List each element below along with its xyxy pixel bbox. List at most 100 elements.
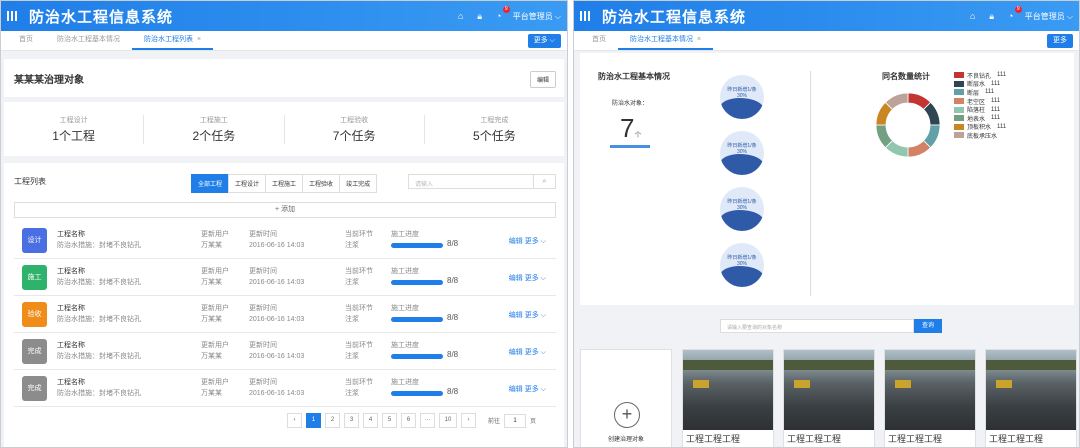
row-edit-link[interactable]: 编辑 bbox=[509, 349, 523, 356]
edit-button[interactable]: 编辑 bbox=[529, 71, 556, 88]
object-count-label: 防治水对象： bbox=[612, 101, 649, 107]
next-page-button[interactable]: › bbox=[461, 413, 476, 428]
search-placeholder: 请输入 bbox=[415, 182, 434, 188]
user-menu[interactable]: 平台管理员 ⌵ bbox=[513, 11, 561, 22]
water-gauge: 昨日新增1/条 30% bbox=[720, 131, 764, 175]
page-button[interactable]: 3 bbox=[344, 413, 359, 428]
name-key: 工程名称 bbox=[57, 268, 85, 275]
progress-label: 施工进度 bbox=[391, 342, 419, 349]
card-title: 工程工程工程 bbox=[989, 434, 1044, 444]
more-button[interactable]: 更多 ⌵ bbox=[527, 34, 561, 48]
search-input[interactable]: 请输入 ⌕ bbox=[408, 174, 556, 189]
page-suffix: 页 bbox=[530, 419, 537, 425]
page-button[interactable]: 5 bbox=[382, 413, 397, 428]
filter-completed[interactable]: 竣工完成 bbox=[339, 174, 378, 193]
row-edit-link[interactable]: 编辑 bbox=[509, 238, 523, 245]
time-value: 2016-06-16 14:03 bbox=[249, 316, 305, 323]
progress-value: 8/8 bbox=[447, 313, 459, 322]
lock-icon[interactable]: 🔒︎ bbox=[987, 11, 997, 21]
bell-icon[interactable]: ◔ 9 bbox=[1006, 6, 1022, 21]
menu-icon[interactable] bbox=[580, 11, 590, 21]
row-edit-link[interactable]: 编辑 bbox=[509, 386, 523, 393]
page-ellipsis[interactable]: ··· bbox=[420, 413, 435, 428]
page-button[interactable]: 4 bbox=[363, 413, 378, 428]
filter-all[interactable]: 全部工程 bbox=[191, 174, 230, 193]
table-row: 验收 工程名称 防治水措施：封堵不良钻孔 更新用户 万某某 更新时间 2016-06-… bbox=[14, 296, 556, 333]
project-list-window: 防治水工程信息系统 ⌂ 🔒︎ ◔ 9 平台管理员 ⌵ 首页 防治水工程基本情况 防… bbox=[0, 0, 568, 448]
user-key: 更新用户 bbox=[201, 342, 229, 349]
name-key: 工程名称 bbox=[57, 342, 85, 349]
row-edit-link[interactable]: 编辑 bbox=[509, 275, 523, 282]
close-icon[interactable]: × bbox=[697, 36, 701, 43]
section-divider bbox=[810, 71, 811, 296]
row-more-link[interactable]: 更多 ⌵ bbox=[525, 275, 546, 282]
object-header: 某某某治理对象 编辑 bbox=[4, 59, 564, 97]
card-title: 工程工程工程 bbox=[686, 434, 741, 444]
filter-construction[interactable]: 工程施工 bbox=[265, 174, 304, 193]
page-button[interactable]: 2 bbox=[325, 413, 340, 428]
tab-home[interactable]: 首页 bbox=[580, 30, 618, 50]
legend-item: 不良钻孔 111 bbox=[954, 71, 1006, 80]
more-button[interactable]: 更多 bbox=[1047, 34, 1073, 48]
legend-item: 底板承压水 bbox=[954, 131, 1006, 140]
add-button[interactable]: + 添加 bbox=[14, 202, 556, 218]
tab-basic-info[interactable]: 防治水工程基本情况 × bbox=[618, 30, 714, 50]
gauge-percent: 30% bbox=[736, 261, 747, 267]
filter-acceptance[interactable]: 工程验收 bbox=[302, 174, 341, 193]
site-photo bbox=[784, 350, 874, 430]
search-icon[interactable]: ⌕ bbox=[533, 175, 555, 188]
user-value: 万某某 bbox=[201, 390, 222, 397]
object-count: 7个 bbox=[620, 113, 641, 144]
card-title: 工程工程工程 bbox=[787, 434, 842, 444]
stat-label: 工程完成 bbox=[480, 116, 509, 124]
menu-icon[interactable] bbox=[7, 11, 17, 21]
object-card[interactable]: 工程工程工程 bbox=[682, 349, 774, 447]
stat-label: 工程验收 bbox=[340, 116, 369, 124]
object-card[interactable]: 工程工程工程 bbox=[985, 349, 1077, 447]
object-card[interactable]: 工程工程工程 bbox=[884, 349, 976, 447]
query-button[interactable]: 查询 bbox=[914, 319, 942, 333]
home-icon[interactable]: ⌂ bbox=[968, 11, 978, 21]
prev-page-button[interactable]: ‹ bbox=[287, 413, 302, 428]
row-more-link[interactable]: 更多 ⌵ bbox=[525, 312, 546, 319]
time-value: 2016-06-16 14:03 bbox=[249, 279, 305, 286]
stat-value: 7个任务 bbox=[332, 128, 376, 143]
legend-swatch bbox=[954, 72, 964, 79]
object-count-value: 7 bbox=[620, 113, 635, 143]
row-more-link[interactable]: 更多 ⌵ bbox=[525, 386, 546, 393]
object-search-input[interactable]: 请输入要查询的对象名称 bbox=[720, 319, 914, 333]
page-button[interactable]: 6 bbox=[401, 413, 416, 428]
row-edit-link[interactable]: 编辑 bbox=[509, 312, 523, 319]
tab-home[interactable]: 首页 bbox=[7, 30, 45, 50]
page-button[interactable]: 10 bbox=[439, 413, 457, 428]
water-gauge: 昨日新增1/条 30% bbox=[720, 75, 764, 119]
page-number-input[interactable]: 1 bbox=[504, 413, 527, 428]
object-card[interactable]: 工程工程工程 bbox=[783, 349, 875, 447]
legend-item: 顶板积水 111 bbox=[954, 123, 1006, 131]
home-icon[interactable]: ⌂ bbox=[456, 11, 466, 21]
progress: 施工进度 8/8 bbox=[391, 303, 458, 322]
legend-item: 陷落柱 111 bbox=[954, 105, 1006, 114]
time-value: 2016-06-16 14:03 bbox=[249, 242, 305, 249]
legend-item: 老空区 111 bbox=[954, 97, 1006, 106]
bell-icon[interactable]: ◔ 9 bbox=[494, 6, 510, 21]
stat-value: 2个任务 bbox=[192, 128, 236, 143]
name-value: 防治水措施：封堵不良钻孔 bbox=[57, 279, 141, 286]
filter-design[interactable]: 工程设计 bbox=[228, 174, 267, 193]
progress: 施工进度 8/8 bbox=[391, 340, 458, 359]
progress-label: 施工进度 bbox=[391, 268, 419, 275]
tab-basic-info[interactable]: 防治水工程基本情况 bbox=[45, 30, 132, 50]
count-underline bbox=[610, 145, 650, 148]
legend-swatch bbox=[954, 80, 964, 87]
row-more-link[interactable]: 更多 ⌵ bbox=[525, 349, 546, 356]
close-icon[interactable]: × bbox=[197, 36, 201, 43]
legend-swatch bbox=[954, 115, 964, 122]
status-badge: 完成 bbox=[22, 338, 47, 364]
tab-project-list[interactable]: 防治水工程列表 × bbox=[132, 30, 214, 50]
stat-value: 5个任务 bbox=[473, 128, 516, 143]
page-button[interactable]: 1 bbox=[306, 413, 321, 428]
row-more-link[interactable]: 更多 ⌵ bbox=[525, 238, 546, 245]
create-object-card[interactable]: + 创建治理对象 bbox=[580, 349, 672, 447]
user-menu[interactable]: 平台管理员 ⌵ bbox=[1025, 11, 1073, 22]
lock-icon[interactable]: 🔒︎ bbox=[475, 11, 485, 21]
